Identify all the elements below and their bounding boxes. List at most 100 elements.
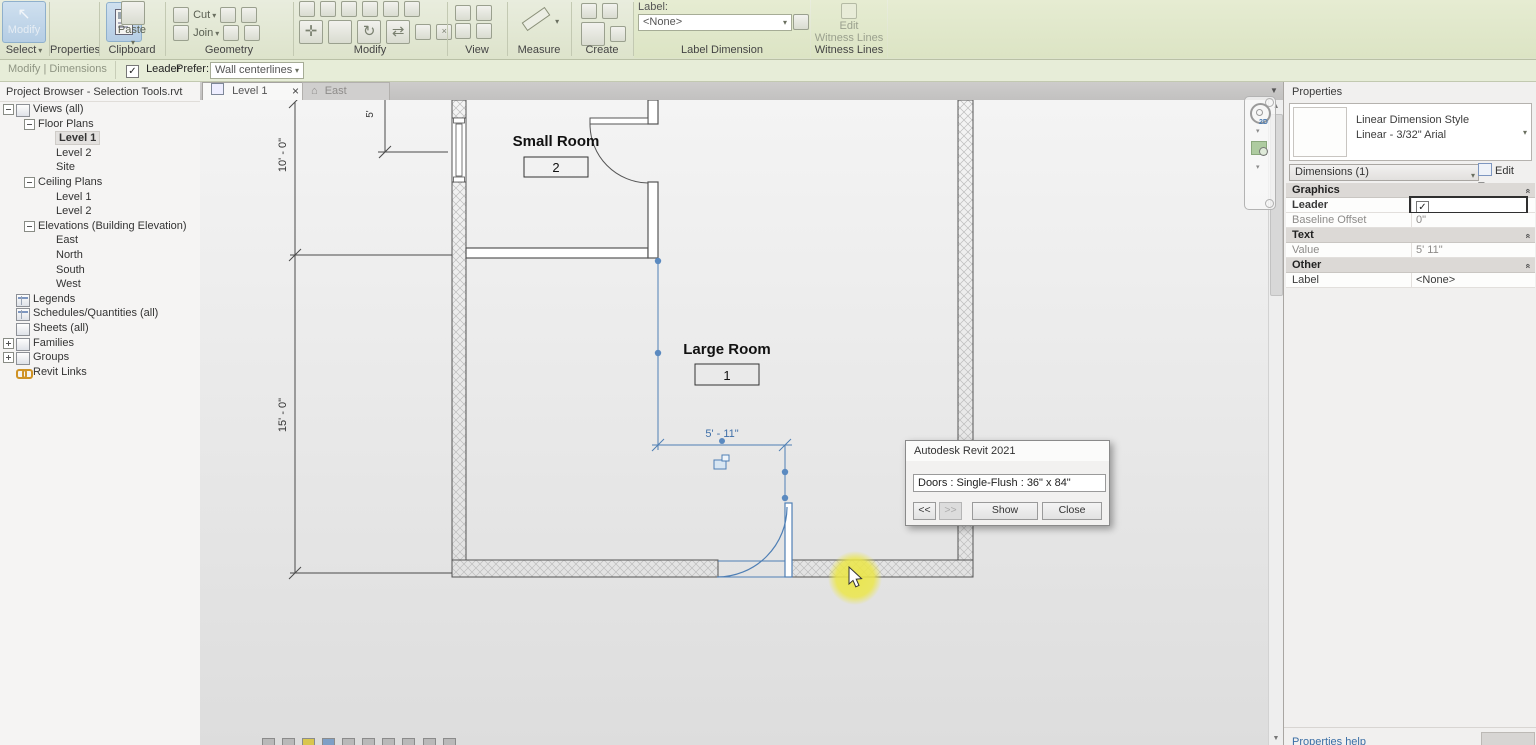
door-selected[interactable] bbox=[716, 502, 793, 578]
paint-icon[interactable] bbox=[220, 7, 237, 23]
sidebar-item-sheets[interactable]: Sheets (all) bbox=[0, 321, 200, 336]
room-number-large[interactable]: 1 bbox=[723, 368, 730, 383]
previous-button[interactable]: << bbox=[913, 502, 936, 520]
assembly-icon[interactable] bbox=[610, 26, 627, 42]
properties-panel-title[interactable]: Properties bbox=[1284, 82, 1536, 101]
select-panel-label[interactable]: Select ▾ bbox=[0, 44, 48, 56]
split-face-icon[interactable] bbox=[244, 25, 261, 41]
move-icon[interactable]: ✛ bbox=[299, 20, 323, 44]
sidebar-item-schedules[interactable]: Schedules/Quantities (all) bbox=[0, 306, 200, 322]
sidebar-item-site[interactable]: Site bbox=[0, 160, 200, 175]
prefer-dropdown[interactable]: Wall centerlines ▾ bbox=[210, 62, 304, 79]
sidebar-item-elevations[interactable]: Elevations (Building Elevation) bbox=[0, 219, 200, 234]
exterior-walls[interactable] bbox=[451, 100, 974, 578]
tab-options-icon[interactable]: ▼ bbox=[1270, 86, 1278, 95]
section-other[interactable]: Other « bbox=[1286, 258, 1535, 273]
chevron-down-icon[interactable]: ▾ bbox=[1256, 163, 1260, 171]
cut-button[interactable]: Cut ▾ bbox=[172, 6, 258, 24]
edit-type-button[interactable]: Edit Type bbox=[1478, 163, 1536, 193]
split-icon[interactable] bbox=[362, 1, 379, 17]
sidebar-item-legends[interactable]: Legends bbox=[0, 292, 200, 307]
scale-icon[interactable] bbox=[262, 738, 275, 745]
section-text[interactable]: Text « bbox=[1286, 228, 1535, 243]
sidebar-item-east[interactable]: East bbox=[0, 233, 200, 248]
sidebar-item-groups[interactable]: Groups bbox=[0, 350, 200, 366]
sidebar-item-south[interactable]: South bbox=[0, 263, 200, 278]
sidebar-item-floor-plans[interactable]: Floor Plans bbox=[0, 117, 200, 132]
rotate-icon[interactable]: ↻ bbox=[357, 20, 382, 44]
room-label-large[interactable]: Large Room bbox=[683, 341, 771, 358]
detail-level-icon[interactable] bbox=[282, 738, 296, 745]
element-filter-dropdown[interactable]: Dimensions (1) ▾ bbox=[1289, 164, 1479, 181]
join-button[interactable]: Join ▾ bbox=[172, 24, 261, 42]
dimension-5ft[interactable] bbox=[378, 100, 448, 159]
linework-icon[interactable] bbox=[476, 23, 493, 39]
type-selector[interactable]: Linear Dimension Style Linear - 3/32" Ar… bbox=[1289, 103, 1532, 161]
sidebar-item-families[interactable]: Families bbox=[0, 336, 200, 351]
property-row-leader[interactable]: Leader ✓ bbox=[1286, 196, 1535, 214]
close-tab-icon[interactable]: × bbox=[292, 83, 299, 100]
tab-level-1[interactable]: Level 1 × bbox=[202, 82, 308, 101]
collapse-icon[interactable] bbox=[24, 176, 35, 188]
dimension-text-5ft[interactable]: 5' bbox=[365, 110, 376, 118]
collapse-icon[interactable] bbox=[24, 118, 35, 130]
properties-help-link[interactable]: Properties help bbox=[1292, 736, 1366, 745]
sidebar-item-revit-links[interactable]: Revit Links bbox=[0, 365, 200, 380]
sidebar-item-ceiling-level-1[interactable]: Level 1 bbox=[0, 190, 200, 205]
leader-value-cell[interactable]: ✓ bbox=[1409, 196, 1528, 214]
dialog-title[interactable]: Autodesk Revit 2021 bbox=[906, 441, 1109, 461]
group-icon[interactable] bbox=[602, 3, 619, 19]
chevron-down-icon[interactable]: ▾ bbox=[1523, 128, 1527, 137]
trim-icon[interactable] bbox=[404, 1, 421, 17]
collapse-section-icon[interactable]: « bbox=[1521, 188, 1535, 193]
drawing-canvas[interactable]: 10' - 0" 15' - 0" 5' Small Room 2 Large … bbox=[200, 100, 1268, 745]
copy-icon[interactable] bbox=[328, 20, 353, 44]
apply-button[interactable] bbox=[1481, 732, 1535, 745]
sidebar-item-north[interactable]: North bbox=[0, 248, 200, 263]
sidebar-item-level-1[interactable]: Level 1 bbox=[0, 131, 200, 146]
align-icon[interactable] bbox=[299, 1, 315, 17]
dimension-left-string[interactable] bbox=[288, 100, 452, 580]
dialog-message-field[interactable]: Doors : Single-Flush : 36" x 84" bbox=[913, 474, 1106, 492]
thin-lines-icon[interactable] bbox=[455, 5, 471, 21]
temporary-hide-icon[interactable] bbox=[402, 738, 416, 745]
project-browser-title[interactable]: Project Browser - Selection Tools.rvt bbox=[0, 82, 200, 102]
leader-checkbox[interactable]: ✓ Leader bbox=[126, 63, 180, 78]
tab-east[interactable]: ⌂ East bbox=[302, 82, 390, 101]
edit-witness-lines-button[interactable]: Edit Witness Lines bbox=[811, 2, 887, 44]
hide-elements-icon[interactable] bbox=[476, 5, 493, 21]
constraints-icon[interactable] bbox=[442, 738, 456, 745]
sidebar-item-ceiling-level-2[interactable]: Level 2 bbox=[0, 204, 200, 219]
sidebar-item-west[interactable]: West bbox=[0, 277, 200, 292]
label-dropdown[interactable]: <None> ▾ bbox=[638, 14, 792, 31]
expand-icon[interactable] bbox=[3, 352, 14, 364]
collapse-icon[interactable] bbox=[3, 104, 14, 115]
paste-icon[interactable] bbox=[121, 1, 145, 25]
property-row-value[interactable]: Value 5' 11" bbox=[1286, 243, 1535, 258]
sidebar-item-level-2[interactable]: Level 2 bbox=[0, 146, 200, 161]
reveal-hidden-icon[interactable] bbox=[422, 738, 436, 745]
mirror-icon[interactable] bbox=[341, 1, 358, 17]
offset-icon[interactable] bbox=[320, 1, 337, 17]
sidebar-item-ceiling-plans[interactable]: Ceiling Plans bbox=[0, 175, 200, 190]
wall-joins-icon[interactable] bbox=[223, 25, 240, 41]
show-button[interactable]: Show bbox=[972, 502, 1038, 520]
zoom-region-icon[interactable] bbox=[1251, 141, 1268, 156]
chevron-down-icon[interactable]: ▾ bbox=[1256, 127, 1260, 135]
scale-icon[interactable] bbox=[415, 24, 432, 40]
dimension-label-grip-icon[interactable] bbox=[713, 454, 730, 470]
measure-button[interactable]: ▾ bbox=[521, 6, 559, 32]
collapse-section-icon[interactable]: « bbox=[1521, 263, 1535, 268]
navbar-options-icon[interactable] bbox=[1265, 199, 1274, 208]
scroll-down-icon[interactable]: ▼ bbox=[1269, 732, 1283, 745]
collapse-icon[interactable] bbox=[24, 220, 35, 232]
label-value[interactable]: <None> bbox=[1411, 273, 1526, 287]
sun-path-icon[interactable] bbox=[302, 738, 316, 745]
next-button[interactable]: >> bbox=[939, 502, 962, 520]
door-small-room[interactable] bbox=[589, 117, 649, 184]
array-icon[interactable]: ⇄ bbox=[386, 20, 411, 44]
dimension-text-10ft[interactable]: 10' - 0" bbox=[277, 138, 289, 172]
override-graphics-icon[interactable] bbox=[455, 23, 471, 39]
crop-view-icon[interactable] bbox=[362, 738, 376, 745]
visual-style-icon[interactable] bbox=[322, 738, 336, 745]
